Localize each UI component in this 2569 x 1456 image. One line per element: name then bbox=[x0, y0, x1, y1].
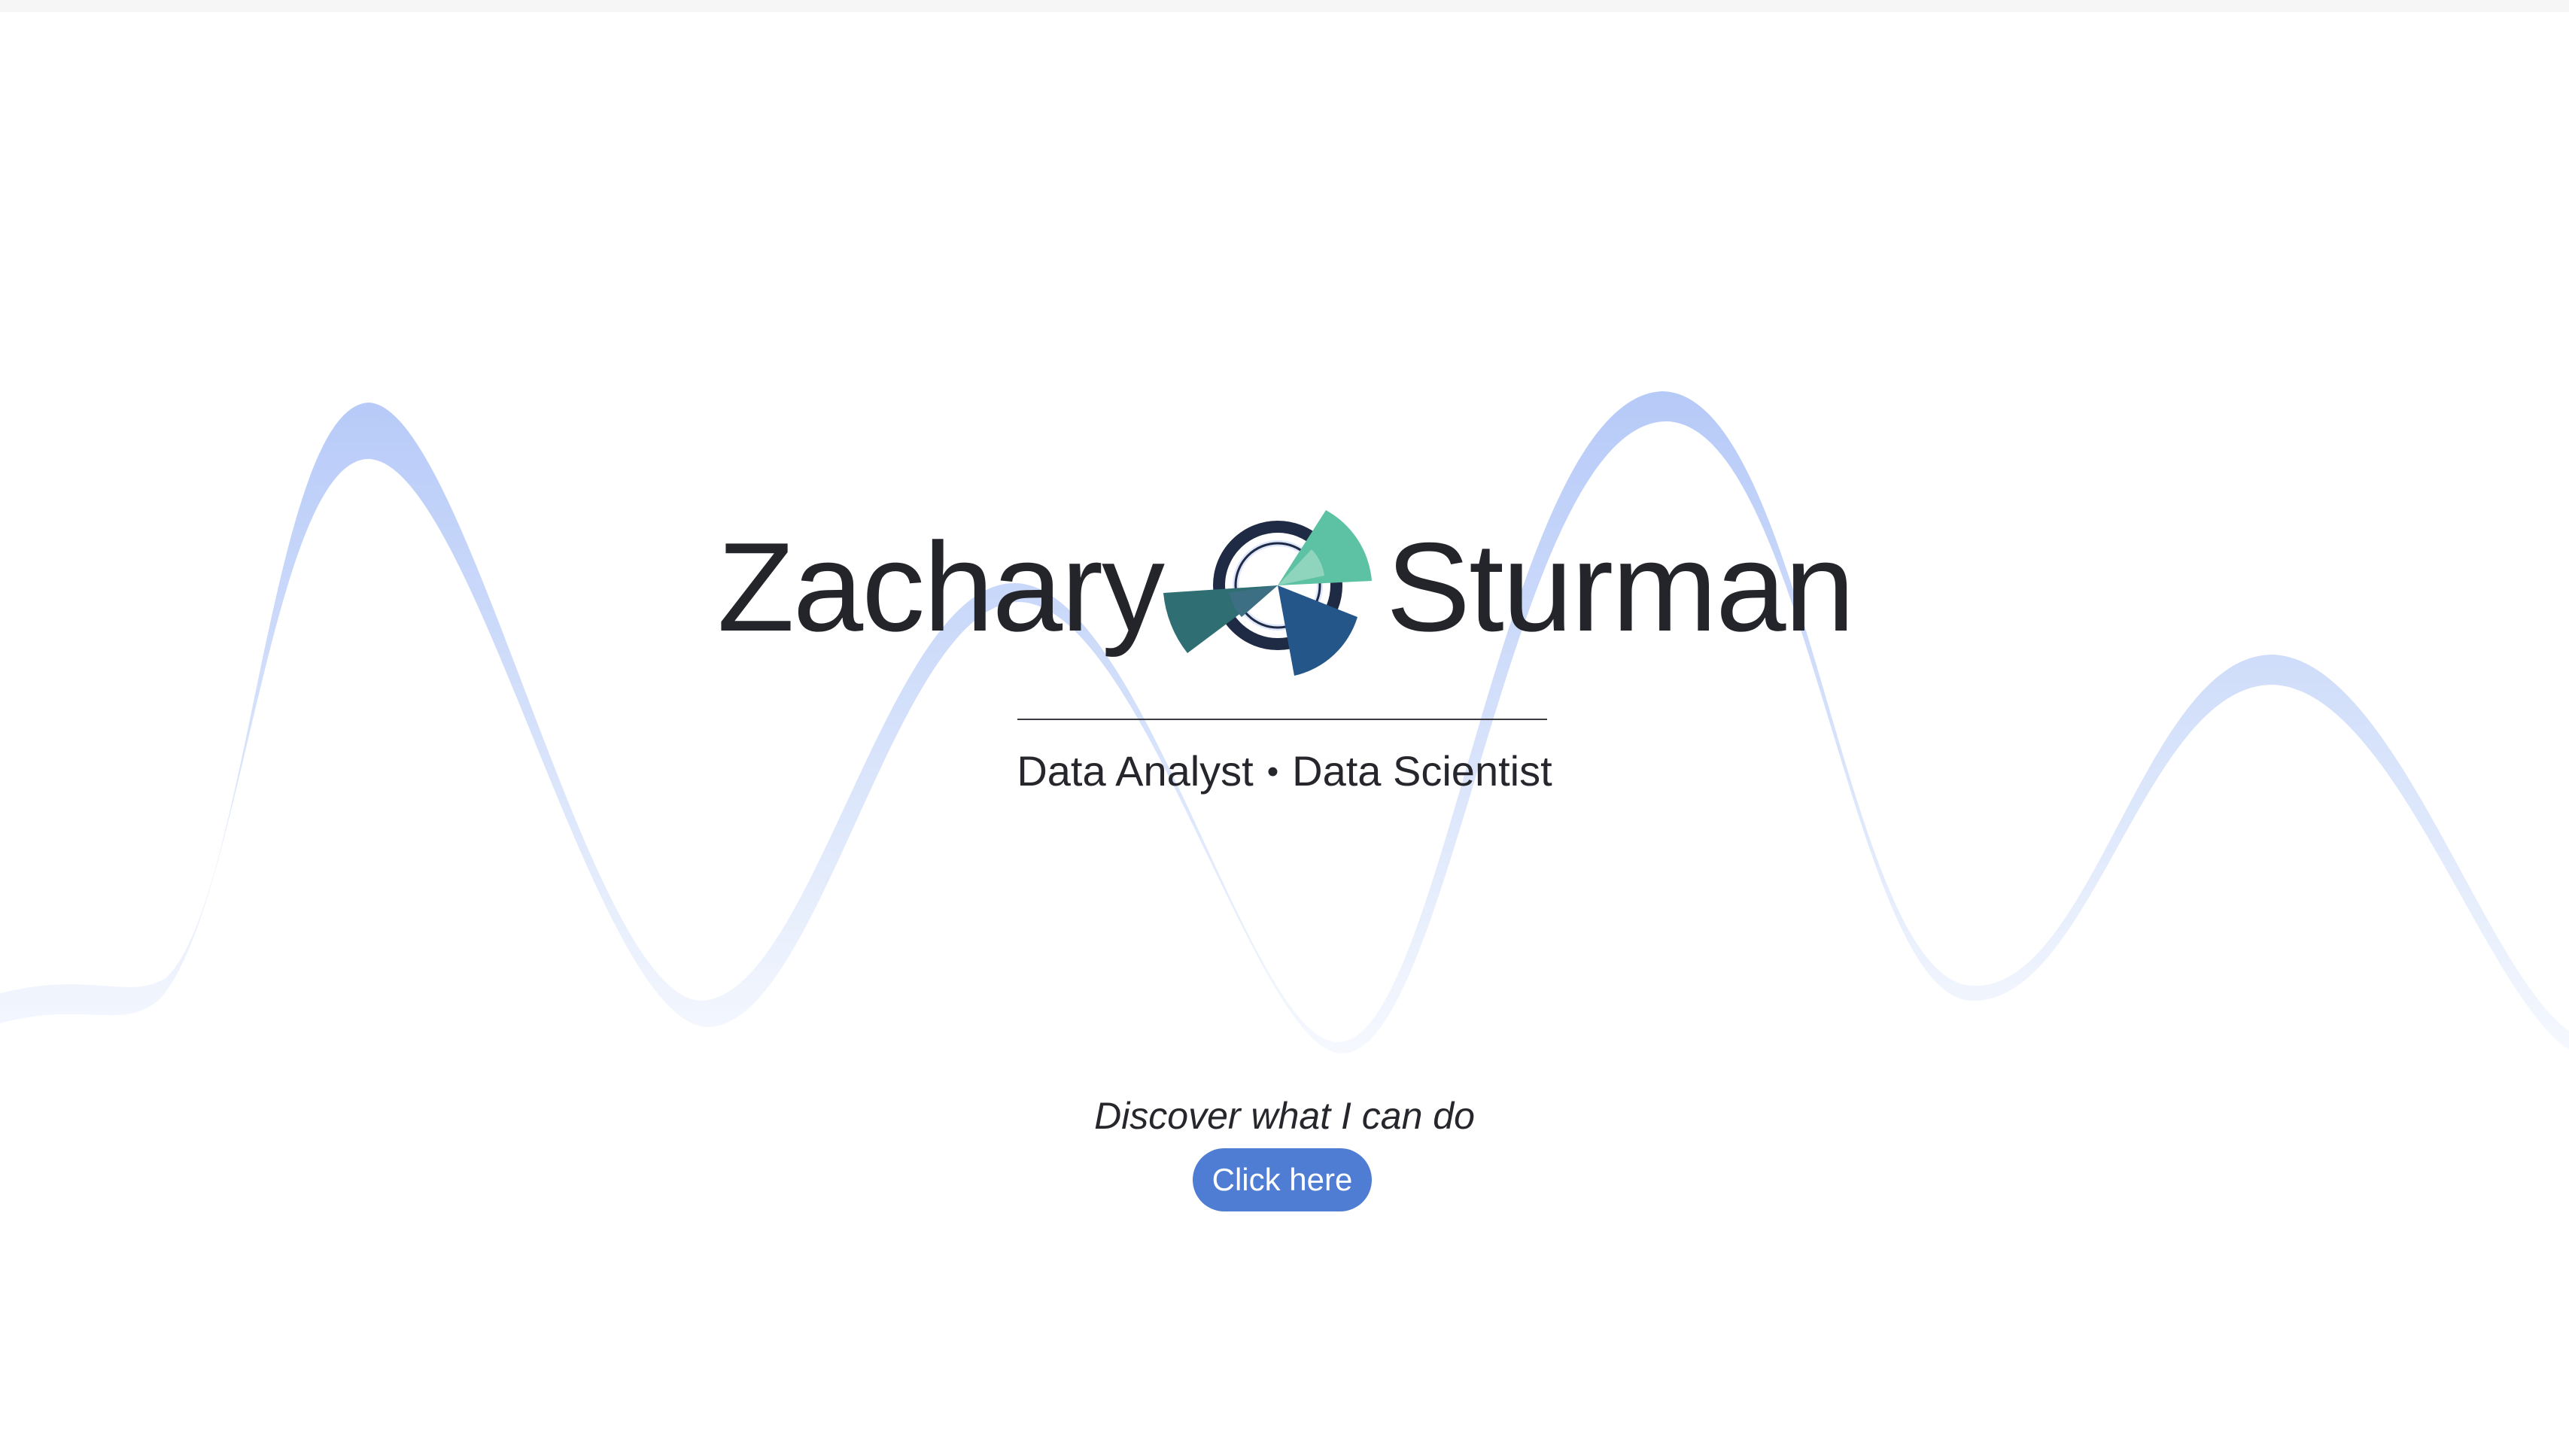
title-divider bbox=[1017, 719, 1547, 720]
hero-section: Zachary Sturman Data Analyst • Data Scient… bbox=[0, 0, 2569, 1456]
role-separator: • bbox=[1266, 753, 1279, 790]
role-data-analyst: Data Analyst bbox=[1017, 747, 1254, 795]
last-name: Sturman bbox=[1386, 516, 1855, 658]
role-data-scientist: Data Scientist bbox=[1292, 747, 1552, 795]
first-name: Zachary bbox=[717, 516, 1165, 658]
roles-subtitle: Data Analyst • Data Scientist bbox=[0, 741, 2569, 802]
cta-prompt: Discover what I can do bbox=[1094, 1095, 1475, 1137]
radial-chart-logo-icon bbox=[1163, 510, 1372, 676]
click-here-button[interactable]: Click here bbox=[1193, 1148, 1372, 1211]
